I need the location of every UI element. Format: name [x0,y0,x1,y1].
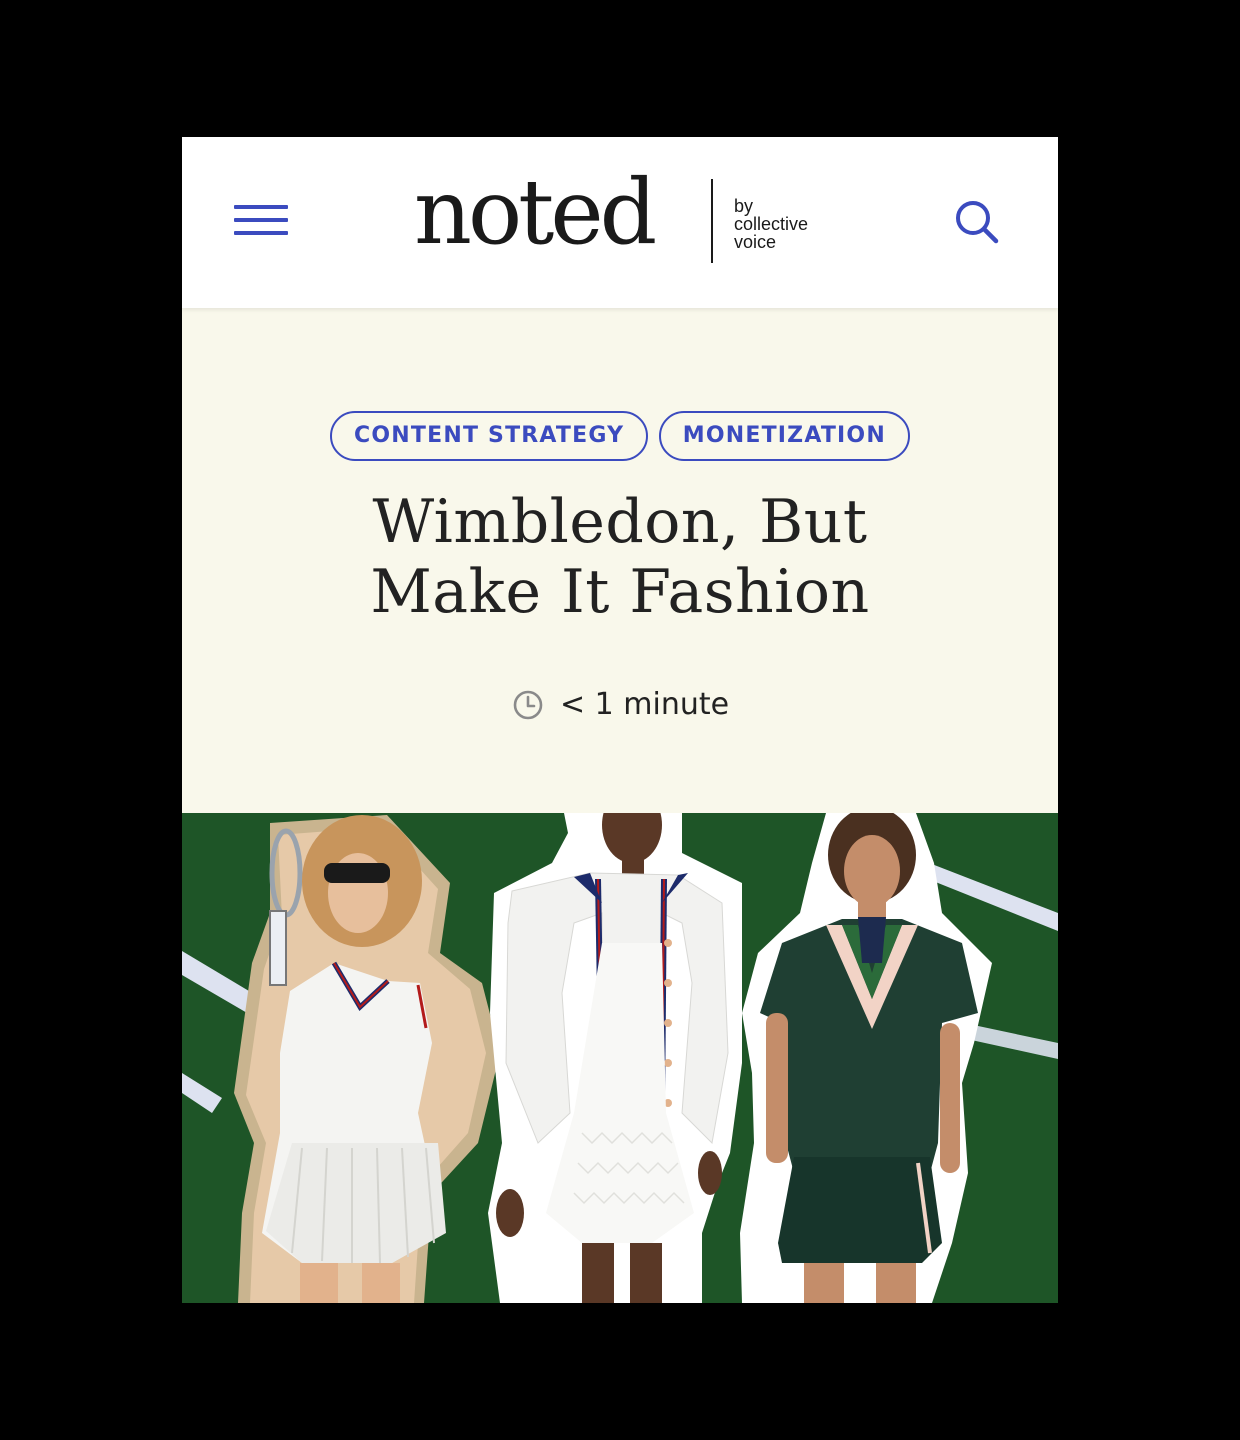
logo-byline-voice: voice [734,232,777,252]
logo-byline-by: by [734,196,754,216]
logo-wordmark: noted [414,160,657,265]
site-logo[interactable]: noted by collective voice [414,160,834,269]
logo-byline: by collective voice [734,197,808,251]
logo-byline-collective: collective [734,214,809,234]
search-icon[interactable] [954,199,1000,245]
clock-icon [513,690,543,720]
hero-image [182,813,1058,1303]
article-title: Wimbledon, But Make It Fashion [182,487,1058,627]
article-title-line-2: Make It Fashion [370,557,870,627]
site-header: noted by collective voice [182,137,1058,308]
tag-content-strategy[interactable]: CONTENT STRATEGY [330,411,649,461]
article-title-line-1: Wimbledon, But [372,487,868,557]
read-time-label: < 1 minute [560,687,730,722]
tag-list: CONTENT STRATEGY MONETIZATION [182,411,1058,461]
logo-divider [711,179,713,263]
phone-screen: noted by collective voice CONTENT STRATE… [182,137,1058,1303]
hamburger-menu-icon[interactable] [234,203,290,237]
tag-monetization[interactable]: MONETIZATION [658,411,910,461]
